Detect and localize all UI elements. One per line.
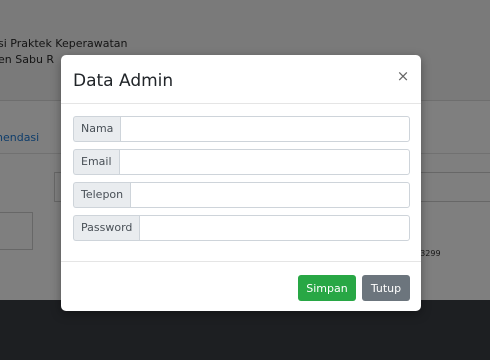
modal-footer: Simpan Tutup xyxy=(61,261,421,312)
modal-title: Data Admin xyxy=(73,71,174,91)
telepon-label: Telepon xyxy=(73,182,131,208)
email-label: Email xyxy=(73,149,119,175)
email-field-group: Email xyxy=(73,149,410,175)
modal-header: Data Admin × xyxy=(61,55,421,104)
telepon-field-group: Telepon xyxy=(73,182,410,208)
close-icon[interactable]: × xyxy=(394,67,412,85)
nama-input[interactable] xyxy=(120,116,410,142)
email-input[interactable] xyxy=(118,149,410,175)
nama-label: Nama xyxy=(73,116,121,142)
password-field-group: Password xyxy=(73,215,410,241)
tutup-button[interactable]: Tutup xyxy=(362,275,410,301)
telepon-input[interactable] xyxy=(130,182,410,208)
password-label: Password xyxy=(73,215,140,241)
data-admin-modal: Data Admin × Nama Email Telepon Password… xyxy=(61,55,421,311)
simpan-button[interactable]: Simpan xyxy=(298,275,356,301)
password-input[interactable] xyxy=(139,215,410,241)
nama-field-group: Nama xyxy=(73,116,410,142)
